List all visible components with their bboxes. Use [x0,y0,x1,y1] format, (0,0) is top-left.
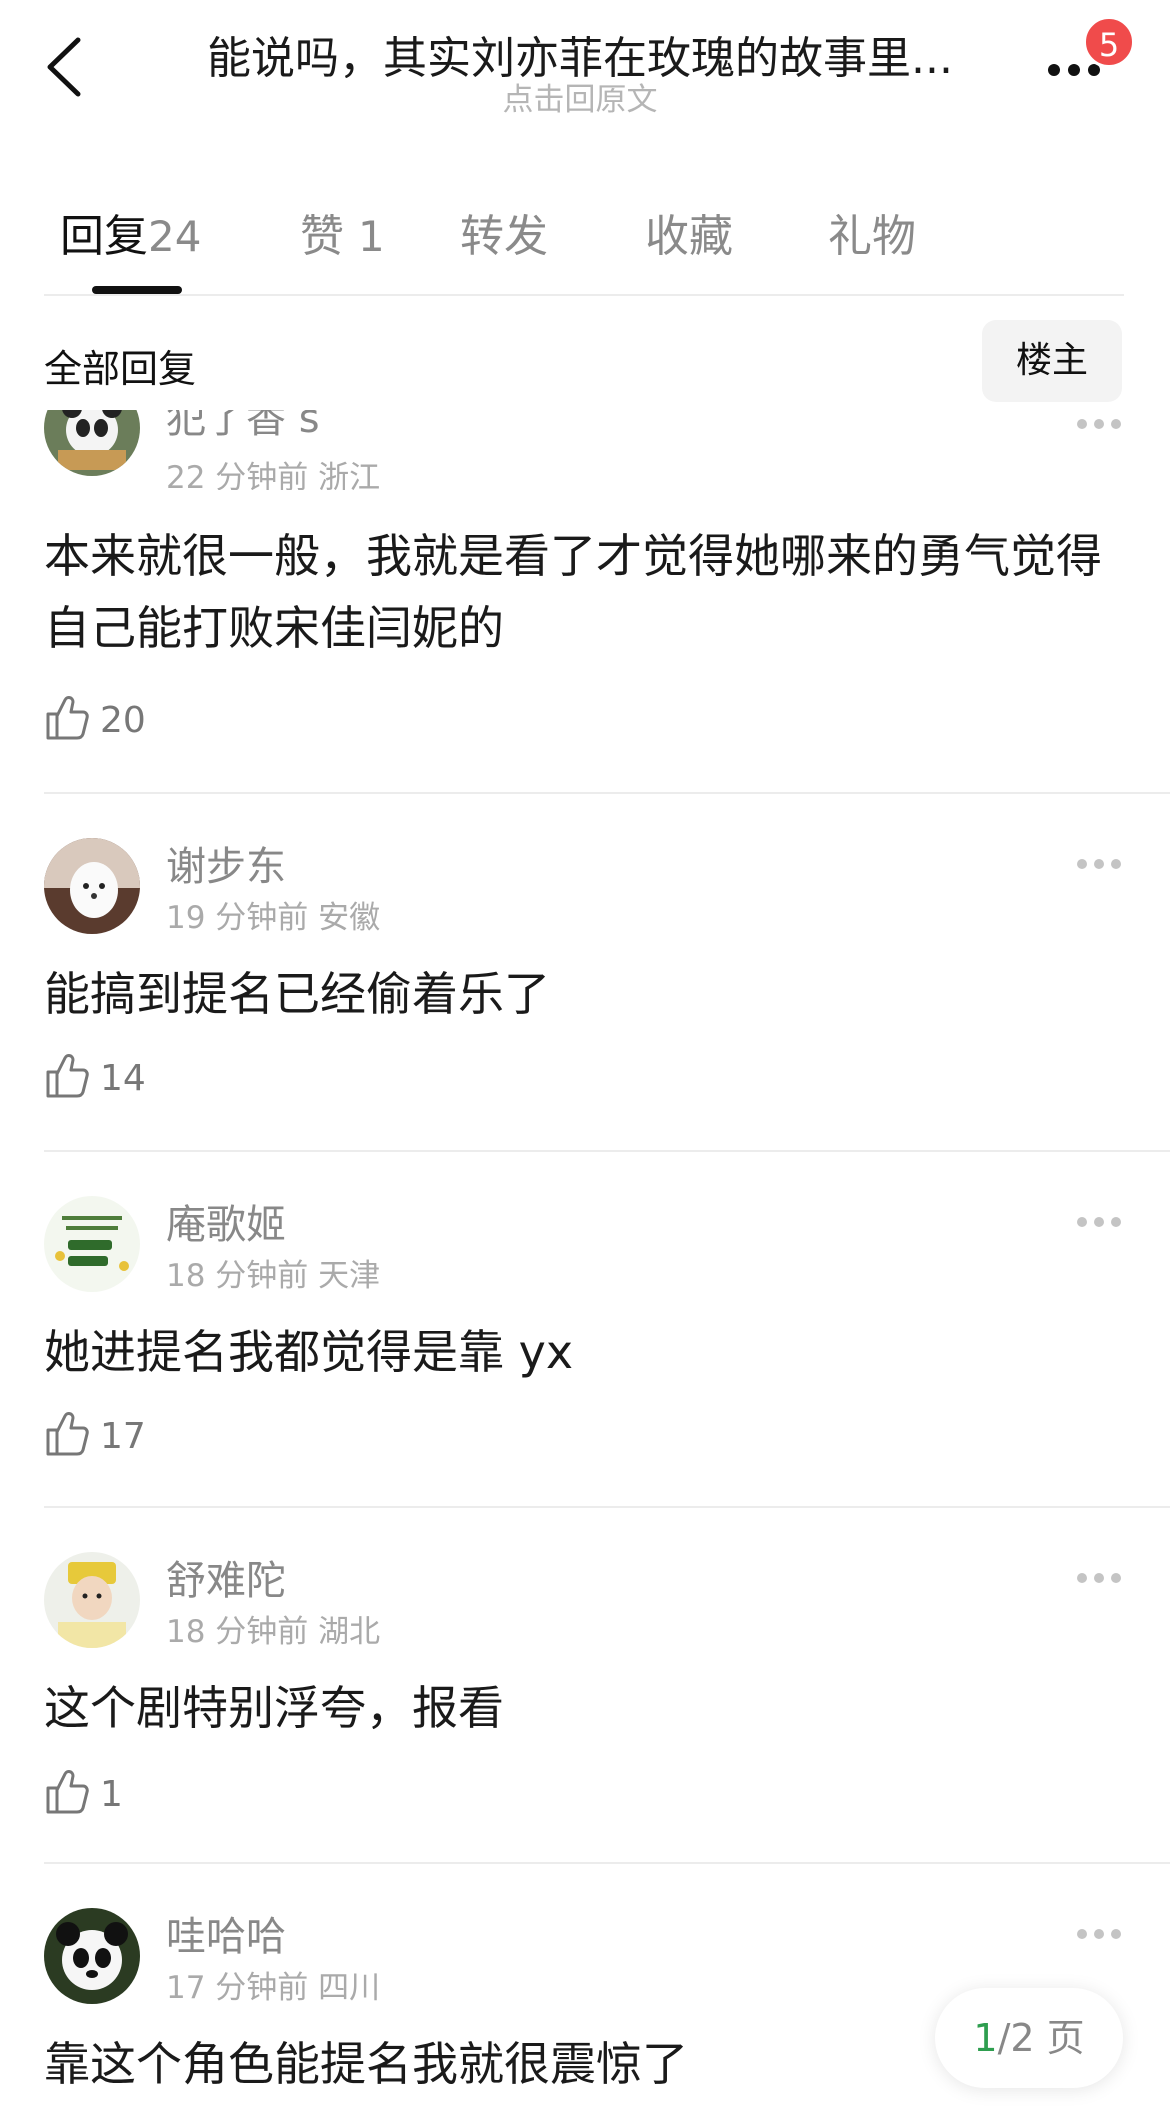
divider [44,1862,1170,1864]
comment-username[interactable]: 舒难陀 [166,1548,286,1606]
tab-favorites[interactable]: 收藏 [645,200,733,264]
tab-bar: 回复24 赞 1 转发 收藏 礼物 [0,190,1170,290]
page-indicator[interactable]: 1/2 页 [935,1988,1123,2088]
more-dots-icon [1077,1217,1121,1227]
comment-text: 本来就很一般，我就是看了才觉得她哪来的勇气觉得自己能打败宋佳闫妮的 [44,529,1102,655]
comment-location: 浙江 [318,460,381,490]
comment-location: 安徽 [318,900,381,936]
total-pages: /2 页 [997,2016,1085,2060]
tab-count: 1 [358,212,385,261]
lettering-avatar-icon [44,1196,140,1292]
divider [44,792,1170,794]
comment-location: 湖北 [318,1614,381,1650]
comment-header-clipped: 犯了香 s 22 分钟前 浙江 [0,410,1170,490]
tab-reposts[interactable]: 转发 [460,200,548,264]
comment-more-button[interactable] [1076,1214,1122,1228]
comment-text: 她进提名我都觉得是靠 yx [44,1325,574,1379]
tab-replies[interactable]: 回复24 [60,200,201,264]
like-count: 20 [100,700,146,741]
more-dots-icon [1077,419,1121,429]
comment-username[interactable]: 犯了香 s [166,410,320,444]
comment-text: 能搞到提名已经偷着乐了 [44,967,550,1021]
comment-meta: 17 分钟前 四川 [166,1962,380,2007]
like-button[interactable]: 20 [44,694,146,744]
more-dots-icon [1077,859,1121,869]
top-bar: 能说吗，其实刘亦菲在玫瑰的故事里... 点击回原文 5 [0,0,1170,130]
comment-meta: 18 分钟前 湖北 [166,1606,380,1651]
notification-badge: 5 [1083,16,1135,68]
panda-avatar-icon [44,1908,140,2004]
like-count: 17 [100,1416,146,1457]
more-dots-icon [1077,1929,1121,1939]
thumbs-up-icon [46,696,89,740]
current-page: 1 [973,2016,998,2060]
tab-count: 24 [148,212,202,261]
costume-avatar-icon [44,1552,140,1648]
like-count: 14 [100,1058,146,1099]
comment-meta: 22 分钟前 浙江 [166,452,380,490]
comment-text: 这个剧特别浮夸，报看 [44,1681,504,1735]
like-button[interactable]: 17 [44,1410,146,1460]
thumbs-up-icon [46,1770,89,1814]
active-tab-indicator [92,286,182,294]
comment-time: 17 分钟前 [166,1970,309,2006]
comment-time: 18 分钟前 [166,1258,309,1294]
tab-label: 赞 [300,211,344,262]
comment-more-button[interactable] [1076,1926,1122,1940]
avatar[interactable] [44,1552,140,1648]
like-button[interactable]: 1 [44,1768,123,1818]
divider [44,294,1124,296]
tab-label: 回复 [60,211,148,262]
thumbs-up-icon [46,1054,89,1098]
all-replies-title: 全部回复 [44,347,197,391]
tab-gifts[interactable]: 礼物 [828,200,916,264]
tab-label: 礼物 [828,211,916,262]
comment-time: 18 分钟前 [166,1614,309,1650]
more-dots-icon [1077,1573,1121,1583]
tab-label: 转发 [460,211,548,262]
comment-time: 22 分钟前 [166,460,309,490]
divider [44,1506,1170,1508]
comment-time: 19 分钟前 [166,900,309,936]
comment-more-button[interactable] [1076,1570,1122,1584]
avatar[interactable] [44,410,140,476]
comment-more-button[interactable] [1076,416,1122,430]
tab-likes[interactable]: 赞 1 [300,200,385,264]
op-only-button[interactable]: 楼主 [982,320,1122,402]
comment-username[interactable]: 庵歌姬 [166,1192,286,1250]
comment-username[interactable]: 哇哈哈 [166,1904,286,1962]
tab-label: 收藏 [645,211,733,262]
back-button[interactable] [40,32,90,102]
divider [44,1150,1170,1152]
comment-meta: 19 分钟前 安徽 [166,892,380,937]
comment-more-button[interactable] [1076,856,1122,870]
avatar[interactable] [44,838,140,934]
like-button[interactable]: 14 [44,1052,146,1102]
panda-avatar-icon [44,410,140,476]
comment-location: 四川 [318,1970,381,2006]
avatar[interactable] [44,1908,140,2004]
comment-meta: 18 分钟前 天津 [166,1250,380,1295]
comment-username[interactable]: 谢步东 [166,834,286,892]
comment-location: 天津 [318,1258,381,1294]
thumbs-up-icon [46,1412,89,1456]
like-count: 1 [100,1774,123,1815]
white-dog-avatar-icon [44,838,140,934]
avatar[interactable] [44,1196,140,1292]
chevron-left-icon [47,37,81,97]
back-to-original-link[interactable]: 点击回原文 [170,74,990,119]
